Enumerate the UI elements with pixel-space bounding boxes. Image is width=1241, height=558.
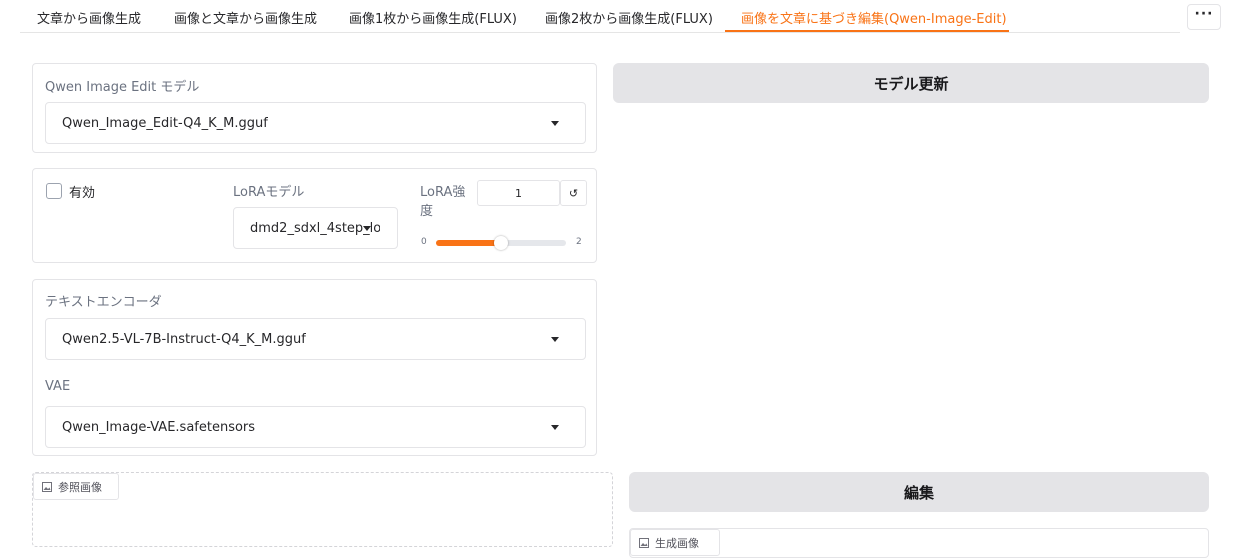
- vae-label: VAE: [45, 379, 71, 394]
- more-tabs-button[interactable]: ···: [1187, 4, 1221, 30]
- encoder-panel: テキストエンコーダ Qwen2.5-VL-7B-Instruct-Q4_K_M.…: [32, 279, 597, 456]
- lora-strength-slider-thumb[interactable]: [494, 236, 508, 250]
- output-image-area: 生成画像: [629, 528, 1209, 558]
- image-icon: [42, 481, 52, 492]
- tab-two-images-flux[interactable]: 画像2枚から画像生成(FLUX): [545, 8, 713, 27]
- more-icon: ···: [1194, 6, 1214, 22]
- output-image-badge: 生成画像: [630, 529, 720, 556]
- reference-image-label: 参照画像: [58, 480, 102, 494]
- lora-model-label: LoRAモデル: [233, 185, 305, 200]
- vae-dropdown[interactable]: Qwen_Image-VAE.safetensors: [45, 406, 586, 448]
- lora-panel: 有効 LoRAモデル dmd2_sdxl_4step_lora LoRA強 度 …: [32, 168, 597, 263]
- tab-qwen-image-edit[interactable]: 画像を文章に基づき編集(Qwen-Image-Edit): [741, 8, 1007, 27]
- lora-strength-label-cont: 度: [420, 204, 434, 219]
- image-icon: [639, 537, 649, 548]
- chevron-down-icon: [363, 226, 371, 231]
- lora-model-dropdown[interactable]: dmd2_sdxl_4step_lora: [233, 207, 398, 249]
- model-update-button[interactable]: モデル更新: [613, 63, 1209, 103]
- lora-strength-slider-fill: [436, 240, 501, 246]
- tab-image-text-to-image[interactable]: 画像と文章から画像生成: [174, 8, 317, 27]
- slider-max-label: 2: [576, 237, 582, 247]
- lora-model-value: dmd2_sdxl_4step_lora: [250, 220, 380, 236]
- tab-bar: 文章から画像生成 画像と文章から画像生成 画像1枚から画像生成(FLUX) 画像…: [20, 0, 1180, 33]
- model-dropdown-value: Qwen_Image_Edit-Q4_K_M.gguf: [62, 115, 268, 131]
- model-panel: Qwen Image Edit モデル Qwen_Image_Edit-Q4_K…: [32, 63, 597, 153]
- reference-image-badge: 参照画像: [33, 473, 119, 500]
- active-tab-indicator: [725, 30, 1009, 32]
- lora-enable-label: 有効: [69, 186, 96, 201]
- chevron-down-icon: [551, 121, 559, 126]
- vae-value: Qwen_Image-VAE.safetensors: [62, 419, 256, 435]
- chevron-down-icon: [551, 337, 559, 342]
- text-encoder-value: Qwen2.5-VL-7B-Instruct-Q4_K_M.gguf: [62, 331, 306, 347]
- text-encoder-dropdown[interactable]: Qwen2.5-VL-7B-Instruct-Q4_K_M.gguf: [45, 318, 586, 360]
- lora-enable-checkbox[interactable]: [46, 183, 62, 199]
- model-label: Qwen Image Edit モデル: [45, 80, 200, 95]
- output-image-label: 生成画像: [655, 536, 699, 550]
- model-dropdown[interactable]: Qwen_Image_Edit-Q4_K_M.gguf: [45, 102, 586, 144]
- edit-button[interactable]: 編集: [629, 472, 1209, 512]
- reset-icon[interactable]: ↺: [560, 180, 587, 206]
- reference-image-dropzone[interactable]: 参照画像: [32, 472, 613, 547]
- tab-single-image-flux[interactable]: 画像1枚から画像生成(FLUX): [349, 8, 517, 27]
- tab-text-to-image[interactable]: 文章から画像生成: [37, 8, 141, 27]
- lora-strength-input[interactable]: 1: [477, 180, 560, 206]
- text-encoder-label: テキストエンコーダ: [45, 295, 162, 310]
- slider-min-label: 0: [421, 237, 427, 247]
- lora-strength-label: LoRA強: [420, 185, 466, 200]
- chevron-down-icon: [551, 425, 559, 430]
